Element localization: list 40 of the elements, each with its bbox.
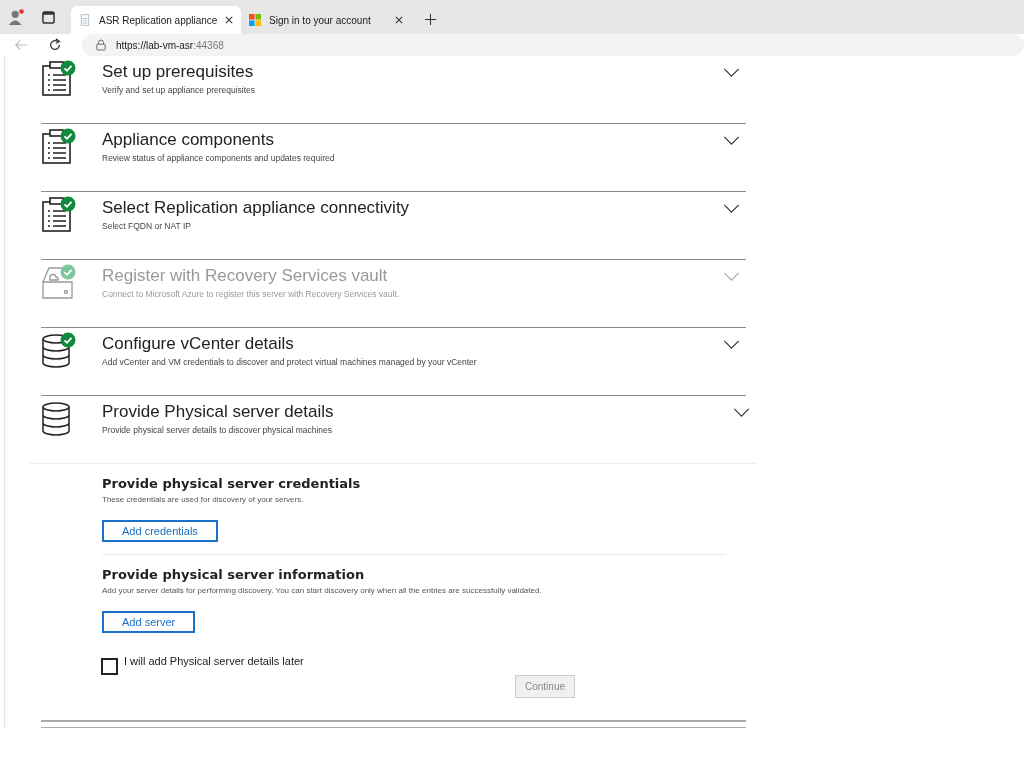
step-description: Verify and set up appliance prerequisites xyxy=(102,85,257,95)
lock-icon xyxy=(95,39,106,51)
outline-button[interactable]: Add server xyxy=(102,611,196,633)
step-title: Appliance components xyxy=(102,130,275,150)
step-description: Connect to Microsoft Azure to register this server with Recovery Services vault. xyxy=(102,289,401,299)
section-heading: Provide physical server information xyxy=(102,567,366,582)
step-title: Select Replication appliance connectivity xyxy=(102,198,411,218)
refresh-icon[interactable] xyxy=(47,38,62,52)
tab-title: ASR Replication appliance xyxy=(99,14,219,26)
step-description: Provide physical server details to discover physical machines xyxy=(102,425,334,435)
new-tab-icon[interactable] xyxy=(425,14,436,25)
url-text: https://lab-vm-asr:44368 xyxy=(115,39,224,51)
page-icon xyxy=(79,14,91,26)
browser-tab[interactable]: Sign in to your account xyxy=(241,6,411,34)
chevron-down-icon[interactable] xyxy=(733,408,750,417)
step-title: Register with Recovery Services vault xyxy=(102,266,389,286)
step-description: Add vCenter and VM credentials to discover and protect virtual machines managed by your vCenter xyxy=(102,357,478,367)
address-bar[interactable]: https://lab-vm-asr:44368 xyxy=(81,34,1024,56)
step-description: Select FQDN or NAT IP xyxy=(102,221,192,231)
four-squares-icon xyxy=(249,14,261,26)
checkbox[interactable] xyxy=(101,658,118,675)
tab-title: Sign in to your account xyxy=(269,14,372,26)
section-description: These credentials are used for discovery of your servers. xyxy=(102,495,305,504)
section-heading: Provide physical server credentials xyxy=(102,476,362,491)
step-description: Review status of appliance components and updates required xyxy=(102,153,336,163)
step-title: Set up prerequisites xyxy=(102,62,255,82)
close-icon[interactable] xyxy=(225,16,233,24)
tab-actions-icon[interactable] xyxy=(42,11,55,24)
section-description: Add your server details for performing discovery. You can start discovery only when all the entries are successfully validated. xyxy=(102,586,543,595)
browser-tab[interactable]: ASR Replication appliance xyxy=(71,6,241,34)
chevron-down-icon[interactable] xyxy=(723,340,740,349)
step-title: Provide Physical server details xyxy=(102,402,335,422)
close-icon[interactable] xyxy=(395,16,403,24)
step-title: Configure vCenter details xyxy=(102,334,295,354)
checkbox-label: I will add Physical server details later xyxy=(124,655,304,667)
outline-button[interactable]: Add credentials xyxy=(102,520,218,542)
chevron-down-icon[interactable] xyxy=(723,136,740,145)
chevron-down-icon[interactable] xyxy=(723,68,740,77)
profile-icon[interactable] xyxy=(8,8,26,26)
chevron-down-icon[interactable] xyxy=(723,204,740,213)
